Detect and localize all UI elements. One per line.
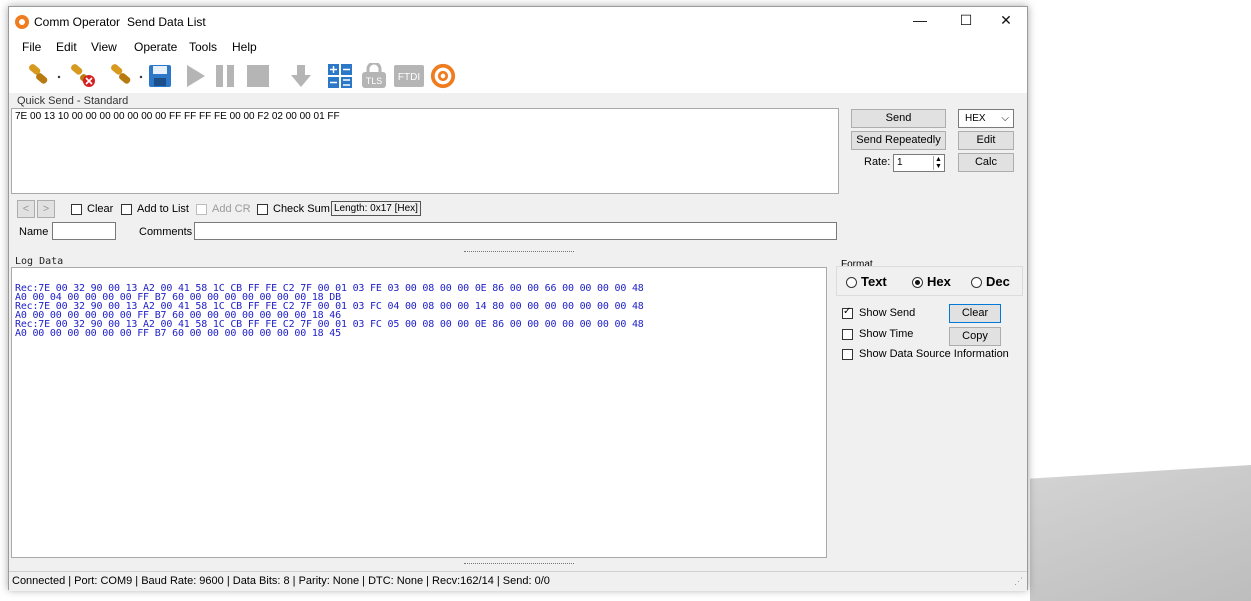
- show-time-label: Show Time: [859, 328, 914, 340]
- format-dec-radio[interactable]: [971, 277, 982, 288]
- document-title: Send Data List: [127, 15, 206, 29]
- format-select-value: HEX: [965, 113, 986, 124]
- tls-icon[interactable]: TLS: [359, 63, 389, 89]
- add-to-list-label: Add to List: [137, 203, 189, 215]
- check-icon: ✓: [843, 306, 852, 317]
- menu-tools[interactable]: Tools: [189, 40, 217, 54]
- quick-send-label: Quick Send - Standard: [17, 95, 129, 107]
- save-icon[interactable]: [147, 63, 173, 89]
- format-hex-radio[interactable]: [912, 277, 923, 288]
- calc-button[interactable]: Calc: [958, 153, 1014, 172]
- menu-view[interactable]: View: [91, 40, 117, 54]
- check-sum-label: Check Sum: [273, 203, 330, 215]
- clear-checkbox[interactable]: [71, 204, 82, 215]
- connect-all-icon[interactable]: [107, 63, 147, 89]
- play-icon[interactable]: [183, 63, 207, 89]
- app-window: Comm Operator Send Data List — ☐ ✕ File …: [8, 6, 1028, 591]
- rate-input[interactable]: 1 ▲ ▼: [893, 154, 945, 172]
- format-text-radio[interactable]: [846, 277, 857, 288]
- comm-operator-logo-icon[interactable]: [429, 63, 457, 89]
- quick-send-input[interactable]: 7E 00 13 10 00 00 00 00 00 00 00 FF FF F…: [11, 108, 839, 194]
- toolbar: TLS FTDI: [9, 57, 1027, 93]
- chevron-down-icon: ⌵: [1001, 113, 1009, 124]
- rate-label: Rate:: [864, 156, 891, 168]
- window-shadow: [1030, 465, 1251, 601]
- disconnect-icon[interactable]: [67, 63, 107, 89]
- comments-label: Comments: [139, 226, 193, 238]
- show-send-checkbox[interactable]: ✓: [842, 306, 853, 319]
- name-label: Name: [19, 226, 49, 238]
- status-text: Connected | Port: COM9 | Baud Rate: 9600…: [12, 575, 550, 587]
- format-group: Text Hex Dec: [836, 266, 1023, 296]
- pause-icon[interactable]: [213, 63, 237, 89]
- show-data-source-checkbox[interactable]: [842, 349, 853, 360]
- send-repeatedly-button[interactable]: Send Repeatedly: [851, 131, 946, 150]
- top-splitter[interactable]: [9, 249, 1027, 255]
- format-select[interactable]: HEX ⌵: [958, 109, 1014, 128]
- length-indicator: Length: 0x17 [Hex]: [331, 201, 421, 216]
- menu-bar: File Edit View Operate Tools Help: [9, 37, 1027, 57]
- menu-operate[interactable]: Operate: [134, 40, 177, 54]
- edit-button[interactable]: Edit: [958, 131, 1014, 150]
- app-title: Comm Operator: [34, 15, 121, 29]
- close-button[interactable]: ✕: [991, 12, 1021, 29]
- show-time-checkbox[interactable]: [842, 329, 853, 340]
- status-bar: Connected | Port: COM9 | Baud Rate: 9600…: [9, 571, 1027, 591]
- connect-icon[interactable]: [25, 63, 65, 89]
- tls-label: TLS: [366, 76, 383, 86]
- log-line: A0 00 00 00 00 00 00 FF B7 60 00 00 00 0…: [15, 328, 341, 339]
- show-data-source-label: Show Data Source Information: [859, 348, 1009, 360]
- menu-help[interactable]: Help: [232, 40, 257, 54]
- clear-log-button[interactable]: Clear: [949, 304, 1001, 323]
- menu-edit[interactable]: Edit: [56, 40, 77, 54]
- ftdi-icon[interactable]: FTDI: [393, 63, 425, 89]
- log-output[interactable]: Rec:7E 00 32 90 00 13 A2 00 41 58 1C CB …: [11, 267, 827, 558]
- format-text-label: Text: [861, 274, 887, 289]
- clear-checkbox-label: Clear: [87, 203, 114, 215]
- menu-file[interactable]: File: [22, 40, 41, 54]
- ftdi-label: FTDI: [398, 72, 420, 83]
- history-next-button[interactable]: >: [37, 200, 55, 218]
- splitter-grip: [464, 251, 574, 255]
- calculator-icon[interactable]: [327, 63, 353, 89]
- resize-grip-icon[interactable]: ⋰: [1014, 576, 1023, 587]
- send-button[interactable]: Send: [851, 109, 946, 128]
- add-cr-checkbox[interactable]: [196, 204, 207, 215]
- history-prev-button[interactable]: <: [17, 200, 35, 218]
- download-icon[interactable]: [289, 63, 313, 89]
- rate-value: 1: [897, 157, 903, 168]
- check-sum-checkbox[interactable]: [257, 204, 268, 215]
- copy-log-button[interactable]: Copy: [949, 327, 1001, 346]
- stop-icon[interactable]: [245, 63, 271, 89]
- title-bar: Comm Operator Send Data List — ☐ ✕: [9, 7, 1027, 37]
- app-logo-icon: [15, 15, 29, 29]
- splitter-grip: [464, 563, 574, 567]
- minimize-button[interactable]: —: [905, 12, 935, 28]
- format-hex-label: Hex: [927, 274, 951, 289]
- comments-input[interactable]: [194, 222, 837, 240]
- bottom-splitter[interactable]: [9, 561, 1027, 567]
- name-input[interactable]: [52, 222, 116, 240]
- add-to-list-checkbox[interactable]: [121, 204, 132, 215]
- show-send-label: Show Send: [859, 307, 916, 319]
- log-data-label: Log Data: [15, 256, 64, 267]
- add-cr-label: Add CR: [212, 203, 251, 215]
- format-dec-label: Dec: [986, 274, 1010, 289]
- rate-spinner[interactable]: ▲ ▼: [933, 156, 943, 170]
- maximize-button[interactable]: ☐: [951, 12, 981, 29]
